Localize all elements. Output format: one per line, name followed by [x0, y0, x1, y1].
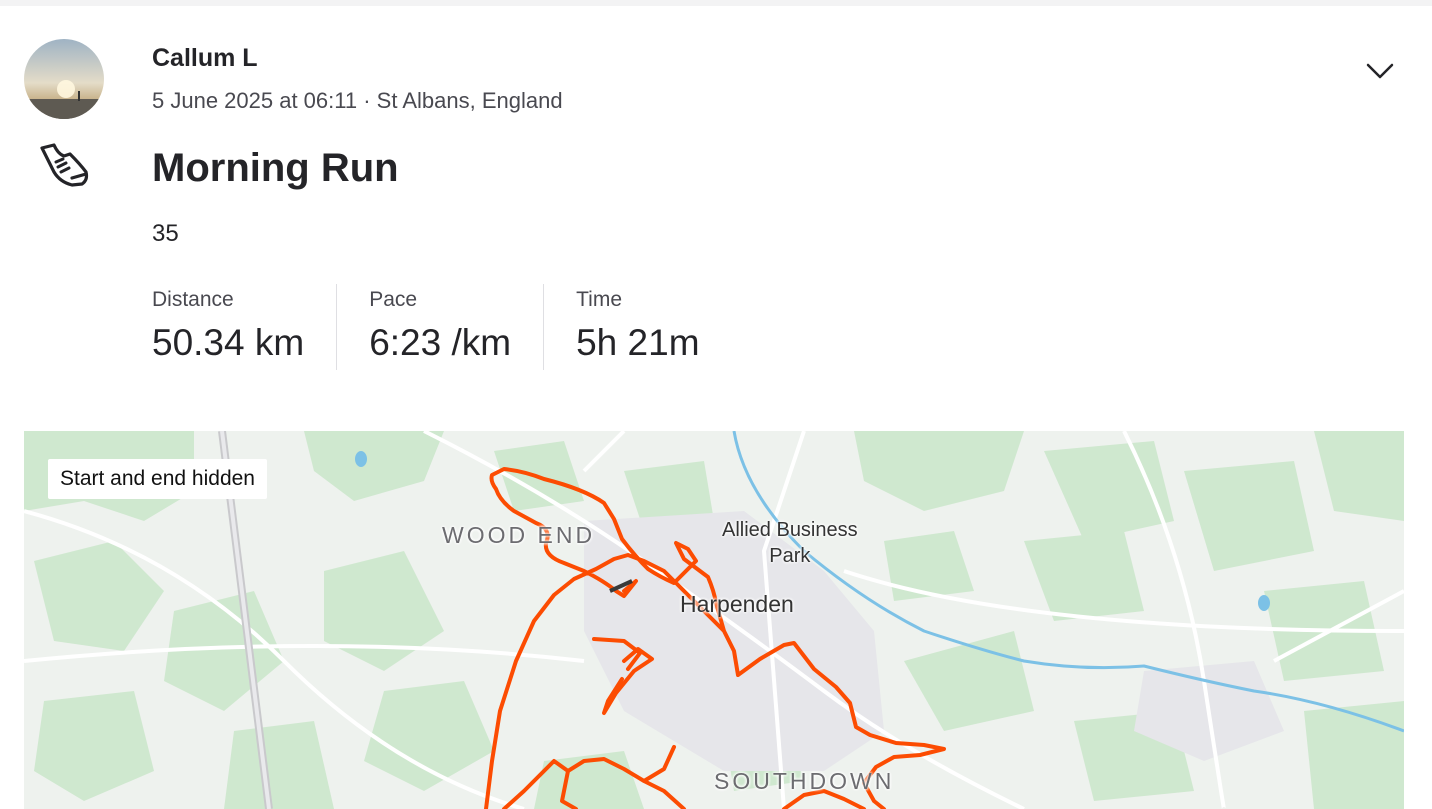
activity-meta: 5 June 2025 at 06:11 · St Albans, Englan…: [152, 88, 563, 114]
privacy-badge: Start and end hidden: [48, 459, 267, 499]
activity-menu-button[interactable]: [1360, 56, 1400, 86]
map-label-harpenden: Harpenden: [680, 591, 794, 617]
top-divider-band: [0, 0, 1432, 6]
map-label-allied-business-park: Allied Business Park: [722, 517, 858, 569]
activity-location: St Albans, England: [376, 88, 563, 113]
activity-datetime: 5 June 2025 at 06:11: [152, 88, 358, 113]
stat-time: Time 5h 21m: [576, 284, 731, 370]
athlete-name[interactable]: Callum L: [152, 44, 258, 73]
map-label-line: Park: [769, 545, 811, 567]
stat-value: 6:23 /km: [369, 322, 512, 363]
stat-label: Time: [576, 288, 622, 311]
running-shoe-icon: [36, 142, 92, 192]
stat-pace: Pace 6:23 /km: [369, 284, 545, 370]
stat-label: Pace: [369, 288, 418, 311]
stats-row: Distance 50.34 km Pace 6:23 /km Time 5h …: [152, 284, 764, 370]
chevron-down-icon: [1366, 63, 1394, 79]
activity-description: 35: [152, 220, 179, 247]
stat-distance: Distance 50.34 km: [152, 284, 338, 370]
activity-title[interactable]: Morning Run: [152, 146, 399, 191]
stat-value: 5h 21m: [576, 322, 700, 363]
map-label-wood-end: WOOD END: [442, 522, 596, 548]
stat-label: Distance: [152, 288, 234, 311]
stat-value: 50.34 km: [152, 322, 305, 363]
map-label-southdown: SOUTHDOWN: [714, 768, 895, 794]
route-map[interactable]: Start and end hidden WOOD END Allied Bus…: [24, 431, 1404, 809]
map-label-line: Allied Business: [722, 519, 858, 541]
athlete-avatar[interactable]: [24, 39, 104, 119]
meta-separator: ·: [357, 88, 377, 113]
